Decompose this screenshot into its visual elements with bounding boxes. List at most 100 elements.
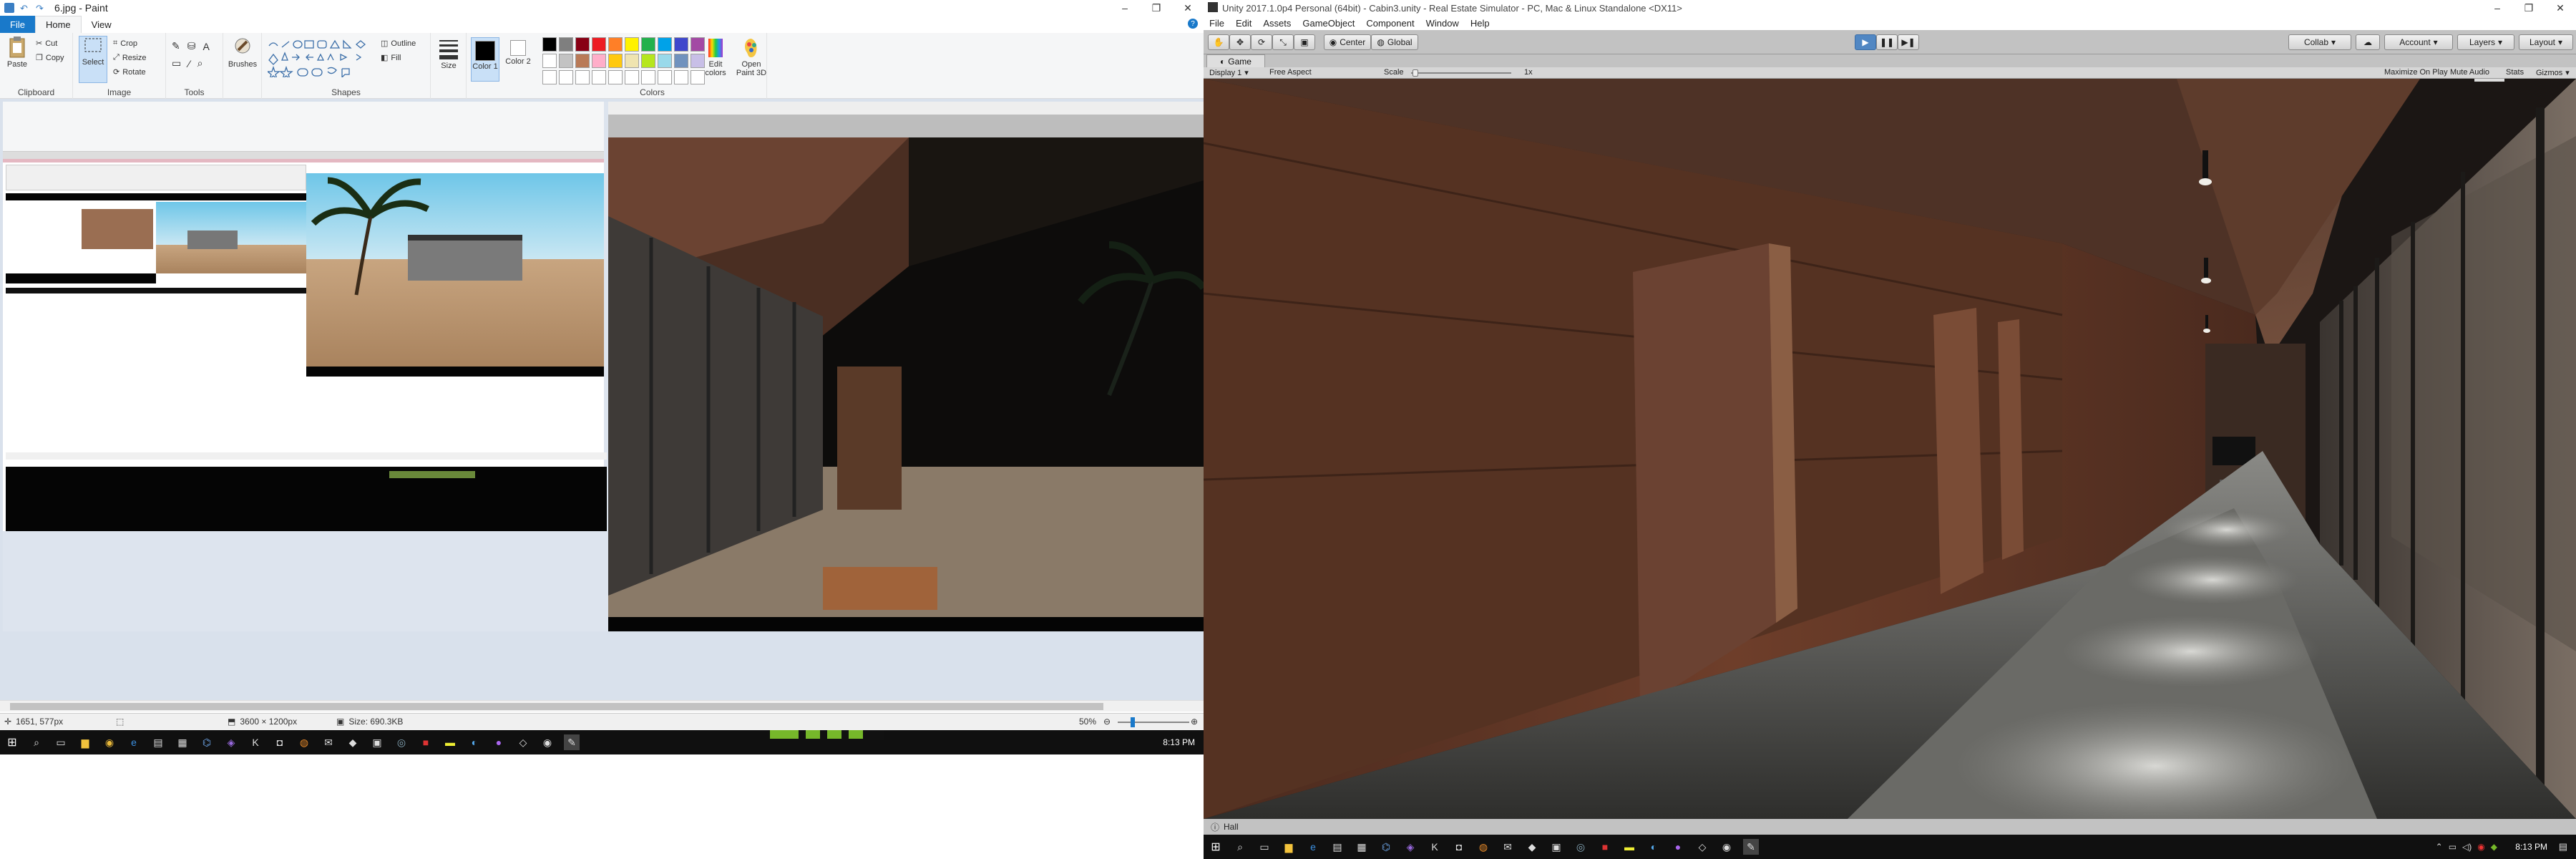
menu-component[interactable]: Component [1360,18,1420,29]
mail-icon[interactable]: ✉ [1500,839,1516,855]
app-icon[interactable]: ⌬ [1378,839,1394,855]
app-icon[interactable]: ◉ [540,734,555,750]
size-button[interactable]: Size [434,37,464,70]
help-icon[interactable]: ? [1188,19,1198,29]
horizontal-scrollbar[interactable] [0,700,1204,712]
palette-swatch[interactable] [625,54,639,68]
unity-hub-icon[interactable]: ◇ [1694,839,1710,855]
app-icon[interactable]: ▣ [369,734,385,750]
outline-dropdown[interactable]: ◫ Outline [381,39,416,49]
chevron-up-icon[interactable]: ⌃ [2436,842,2443,852]
pencil-icon[interactable]: ✎ [172,40,180,52]
notifications-icon[interactable]: ▤ [2559,841,2567,853]
palette-swatch[interactable] [641,54,655,68]
palette-swatch[interactable] [625,70,639,84]
palette-swatch[interactable] [658,37,672,52]
color1-button[interactable]: Color 1 [471,37,499,82]
palette-swatch[interactable] [592,37,606,52]
undo-icon[interactable]: ↶ [20,3,30,14]
search-icon[interactable]: ⌕ [1232,839,1248,855]
palette-swatch[interactable] [641,37,655,52]
volume-icon[interactable]: ◁) [2462,842,2472,852]
edit-colors-button[interactable]: Edit colors [701,37,730,77]
task-view-icon[interactable]: ▭ [1257,839,1272,855]
palette-swatch[interactable] [575,70,590,84]
calculator-icon[interactable]: ▦ [175,734,190,750]
store-icon[interactable]: ▤ [1330,839,1345,855]
step-button[interactable]: ▶❚ [1898,34,1919,50]
hand-tool-button[interactable]: ✋ [1208,34,1229,50]
visual-studio-icon[interactable]: ◈ [1402,839,1418,855]
eraser-icon[interactable]: ▭ [172,57,181,69]
aspect-dropdown[interactable]: Free Aspect [1269,68,1312,77]
task-view-icon[interactable]: ▭ [53,734,69,750]
mail-icon[interactable]: ✉ [321,734,336,750]
restore-button[interactable]: ❐ [2513,0,2545,16]
redo-icon[interactable]: ↷ [36,3,46,14]
magnifier-icon[interactable]: ⌕ [197,57,203,69]
unity-hub-icon[interactable]: ◇ [515,734,531,750]
app-icon[interactable]: ● [1670,839,1686,855]
palette-swatch[interactable] [592,70,606,84]
network-icon[interactable]: ▭ [2449,842,2457,852]
zoom-slider[interactable] [1118,722,1189,723]
search-icon[interactable]: ⌕ [29,734,44,750]
app-icon[interactable]: ◐ [467,734,482,750]
palette-swatch[interactable] [608,70,623,84]
tab-view[interactable]: View [82,16,122,33]
unity-icon[interactable]: ◆ [345,734,361,750]
palette-swatch[interactable] [542,70,557,84]
pause-button[interactable]: ❚❚ [1876,34,1898,50]
maximize-on-play-toggle[interactable]: Maximize On Play [2384,68,2448,77]
scale-slider-knob[interactable] [1413,69,1418,77]
scale-tool-button[interactable]: ⤡ [1272,34,1294,50]
palette-swatch[interactable] [608,37,623,52]
play-button[interactable]: ▶ [1855,34,1876,50]
palette-swatch[interactable] [559,70,573,84]
palette-swatch[interactable] [542,37,557,52]
camera-icon[interactable]: ◘ [1451,839,1467,855]
color2-button[interactable]: Color 2 [504,40,532,66]
zoom-slider-knob[interactable] [1131,717,1135,727]
zoom-in-button[interactable]: ⊕ [1191,717,1198,727]
fill-bucket-icon[interactable]: ⛁ [187,40,196,52]
game-tab[interactable]: ◐ Game [1206,54,1265,67]
store-icon[interactable]: ▤ [150,734,166,750]
cut-button[interactable]: ✂ Cut [36,39,57,49]
palette-swatch[interactable] [674,54,688,68]
app-icon[interactable]: ◉ [1719,839,1735,855]
mute-audio-toggle[interactable]: Mute Audio [2450,68,2489,77]
paint-icon[interactable]: ✎ [564,734,580,750]
unity-icon[interactable]: ◆ [1524,839,1540,855]
sticky-notes-icon[interactable]: ▬ [442,734,458,750]
edge-icon[interactable]: e [1305,839,1321,855]
tab-file[interactable]: File [0,16,35,33]
windows-start-icon[interactable]: ⊞ [4,734,20,750]
gizmos-dropdown[interactable]: Gizmos ▾ [2536,68,2570,78]
move-tool-button[interactable]: ✥ [1229,34,1251,50]
palette-swatch[interactable] [658,70,672,84]
palette-swatch[interactable] [658,54,672,68]
blender-icon[interactable]: ◍ [1475,839,1491,855]
palette-swatch[interactable] [575,54,590,68]
edge-icon[interactable]: e [126,734,142,750]
rect-tool-button[interactable]: ▣ [1294,34,1315,50]
windows-start-icon[interactable]: ⊞ [1208,839,1224,855]
app-icon[interactable]: ● [491,734,507,750]
scale-slider[interactable] [1411,72,1511,74]
file-explorer-icon[interactable]: ▆ [1281,839,1297,855]
minimize-button[interactable]: – [2482,0,2513,16]
layout-dropdown[interactable]: Layout ▾ [2519,34,2573,50]
game-viewport[interactable] [1204,79,2576,819]
blender-icon[interactable]: ◍ [296,734,312,750]
chrome-icon[interactable]: ◉ [102,734,117,750]
display-dropdown[interactable]: Display 1 ▾ [1209,68,1249,78]
menu-assets[interactable]: Assets [1257,18,1297,29]
fill-dropdown[interactable]: ◧ Fill [381,53,401,63]
collab-dropdown[interactable]: Collab ▾ [2288,34,2351,50]
palette-swatch[interactable] [641,70,655,84]
menu-file[interactable]: File [1204,18,1230,29]
crop-button[interactable]: ⌗ Crop [113,39,137,48]
select-button[interactable]: Select [79,36,107,83]
clock[interactable]: 8:13 PM [1163,737,1195,747]
